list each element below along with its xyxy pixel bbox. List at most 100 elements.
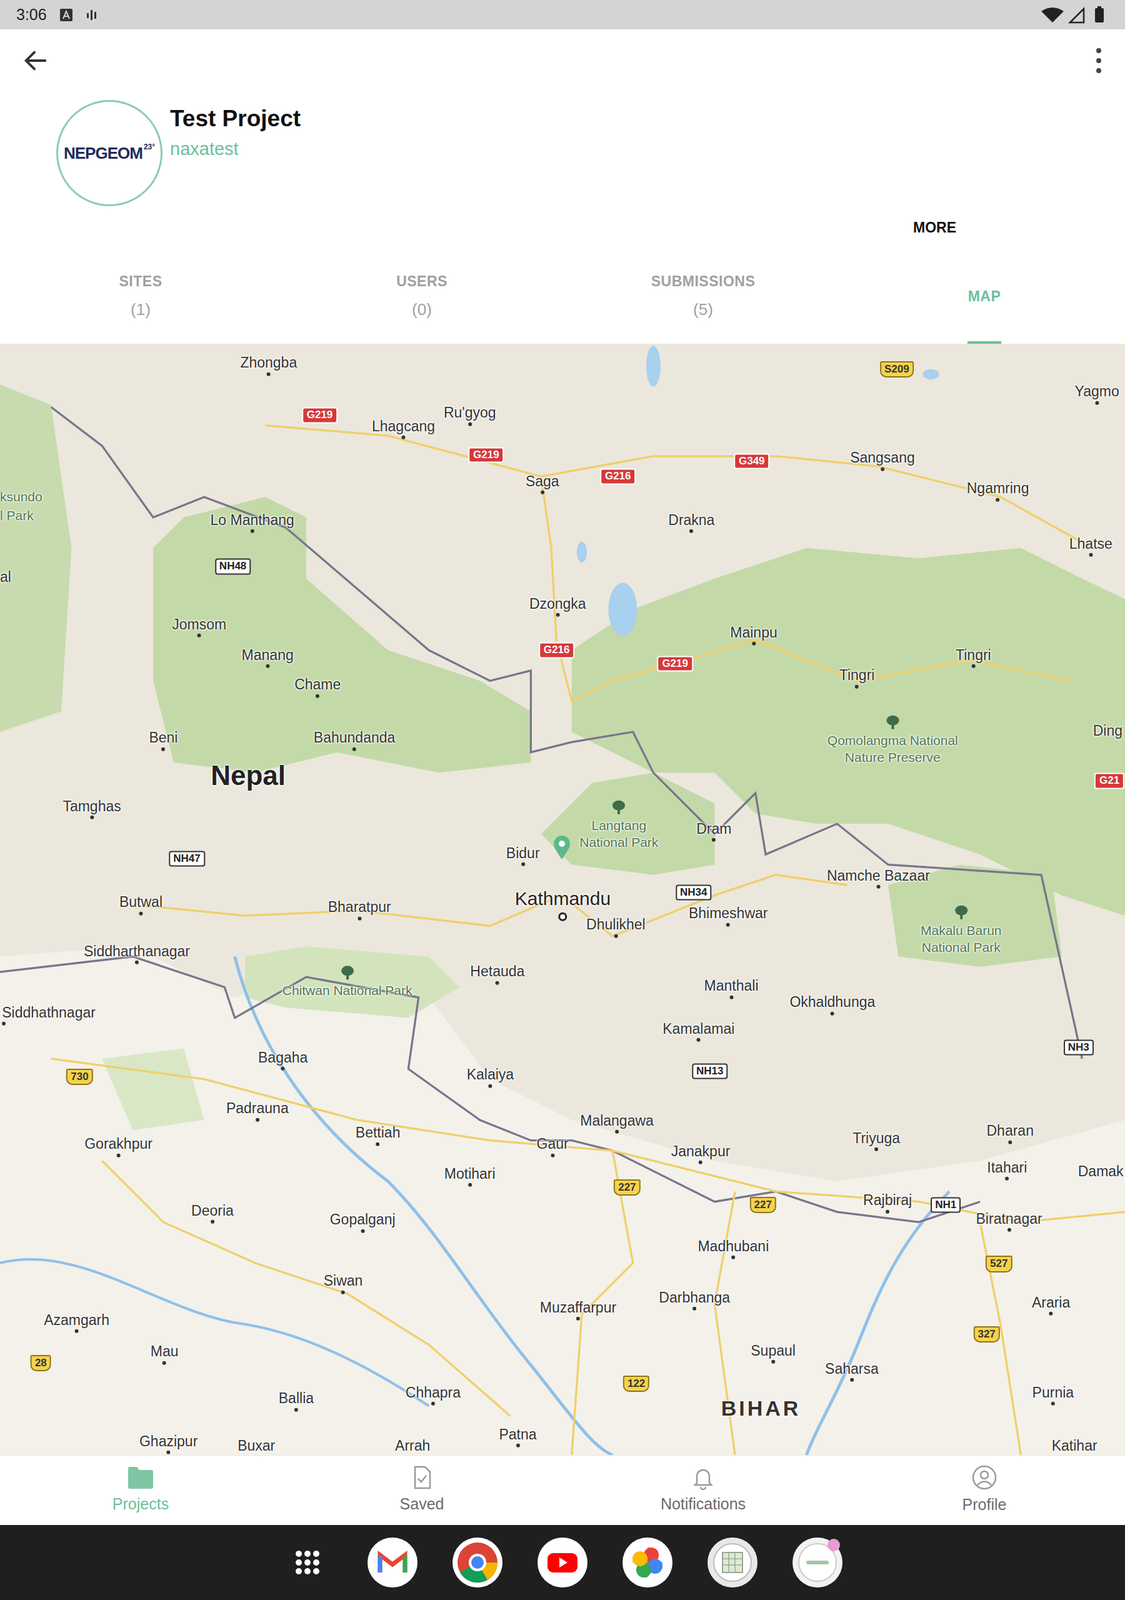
- place-name: Lhatse: [1069, 535, 1113, 552]
- place-name: Dram: [696, 820, 732, 837]
- map-label: l Park: [0, 507, 34, 524]
- place-dot: [876, 885, 880, 889]
- map-label: Gopalganj: [330, 1211, 396, 1233]
- more-options-icon[interactable]: [1093, 46, 1104, 75]
- place-dot: [874, 1147, 879, 1152]
- place-name: Triyuga: [852, 1129, 900, 1146]
- map-label: Madhubani: [697, 1238, 769, 1260]
- nav-item[interactable]: Saved: [281, 1455, 563, 1525]
- place-dot: [692, 1306, 697, 1311]
- map-label: Chitwan National Park: [282, 965, 413, 1000]
- more-button[interactable]: MORE: [908, 213, 962, 243]
- nav-item[interactable]: Projects: [0, 1455, 282, 1525]
- map-label: 122: [623, 1375, 650, 1392]
- place-dot: [731, 1255, 735, 1260]
- park-tree-icon: [953, 904, 969, 921]
- place-name: Gorakhpur: [84, 1135, 153, 1152]
- map-label: G216: [538, 642, 575, 659]
- nav-item[interactable]: Notifications: [562, 1455, 844, 1525]
- map-label: 527: [985, 1255, 1012, 1272]
- place-dot: [830, 1011, 835, 1016]
- park-name: l Park: [0, 507, 34, 524]
- saved-document-icon: [409, 1465, 435, 1490]
- app-drawer-icon[interactable]: [282, 1537, 333, 1588]
- place-name: Purnia: [1032, 1383, 1074, 1400]
- place-name: Dharan: [986, 1122, 1034, 1139]
- place-dot: [555, 613, 560, 617]
- road-shield: G219: [656, 655, 694, 672]
- place-dot: [771, 1360, 775, 1364]
- place-dot: [540, 490, 545, 495]
- place-dot: [266, 372, 271, 377]
- place-dot: [281, 1066, 285, 1071]
- system-dock: [0, 1525, 1125, 1600]
- place-dot: [166, 1450, 171, 1455]
- map-label: Rajbiraj: [863, 1191, 912, 1214]
- place-name: Ballia: [278, 1390, 314, 1407]
- map-label: S209: [880, 361, 914, 378]
- map-label: Ding: [1093, 722, 1123, 739]
- youtube-icon[interactable]: [537, 1537, 588, 1588]
- place-name: Zhongba: [240, 354, 297, 371]
- place-name: Malangawa: [580, 1112, 654, 1129]
- map-label: Lo Manthang: [210, 511, 295, 534]
- field-app-icon[interactable]: [707, 1537, 758, 1588]
- park-name: National Park: [579, 833, 659, 851]
- map-label: BIHAR: [721, 1397, 802, 1421]
- map-label: Drakna: [668, 511, 715, 534]
- place-name: Patna: [498, 1425, 537, 1442]
- photos-icon[interactable]: [622, 1537, 673, 1588]
- place-name: Bahundanda: [313, 729, 395, 746]
- place-name: Padrauna: [226, 1100, 289, 1117]
- map-label: Kathmandu: [515, 888, 611, 922]
- map-label: Mau: [150, 1343, 179, 1365]
- place-dot: [431, 1401, 435, 1406]
- road-shield: NH3: [1063, 1039, 1094, 1055]
- map-label: Jomsom: [171, 615, 227, 637]
- map[interactable]: ZhongbaG219LhagcangRu'gyogG219SagaG216G3…: [0, 343, 1125, 1455]
- map-label: Sangsang: [850, 449, 915, 471]
- map-label: Siwan: [323, 1272, 364, 1294]
- map-pin-icon: [552, 835, 572, 860]
- map-label: Dram: [696, 820, 732, 842]
- place-name: Ngamring: [966, 480, 1030, 497]
- map-label: Triyuga: [852, 1129, 900, 1151]
- nav-item[interactable]: Profile: [843, 1455, 1125, 1525]
- gmail-icon[interactable]: [367, 1537, 418, 1588]
- back-arrow-icon[interactable]: [21, 46, 50, 75]
- tab[interactable]: MAP: [843, 248, 1125, 344]
- place-dot: [1008, 1140, 1012, 1144]
- place-dot: [885, 1210, 890, 1214]
- place-dot: [850, 1378, 854, 1382]
- folder-icon: [126, 1465, 155, 1490]
- place-name: Tingri: [839, 666, 875, 684]
- project-logo: NEPGEOM23°: [56, 100, 163, 207]
- place-name: Buxar: [237, 1436, 275, 1454]
- logo-superscript: 23°: [143, 141, 155, 153]
- place-name: Itahari: [986, 1159, 1027, 1176]
- place-dot: [315, 693, 320, 698]
- place-dot: [162, 1360, 167, 1365]
- park-name: National Park: [921, 938, 1001, 956]
- place-dot: [711, 838, 716, 842]
- place-dot: [410, 1455, 415, 1456]
- place-dot: [254, 1455, 259, 1456]
- map-label: Manthali: [704, 977, 759, 999]
- tab[interactable]: SITES(1): [0, 248, 282, 344]
- road-shield: 527: [985, 1255, 1012, 1272]
- place-dot: [376, 1142, 380, 1147]
- place-dot: [615, 1130, 619, 1134]
- tab[interactable]: SUBMISSIONS(5): [562, 248, 844, 344]
- place-name: Manthali: [704, 977, 759, 994]
- map-label: 227: [613, 1179, 640, 1196]
- place-name: Gaur: [536, 1135, 569, 1152]
- road-shield: 327: [973, 1326, 1000, 1343]
- chrome-icon[interactable]: [452, 1537, 503, 1588]
- place-dot: [689, 529, 694, 534]
- map-label: NH48: [215, 558, 251, 575]
- conifer-app-icon[interactable]: [792, 1537, 843, 1588]
- tab[interactable]: USERS(0): [281, 248, 563, 344]
- road-shield: NH13: [691, 1063, 728, 1079]
- place-dot: [360, 1229, 365, 1234]
- map-label: Muzaffarpur: [540, 1299, 617, 1321]
